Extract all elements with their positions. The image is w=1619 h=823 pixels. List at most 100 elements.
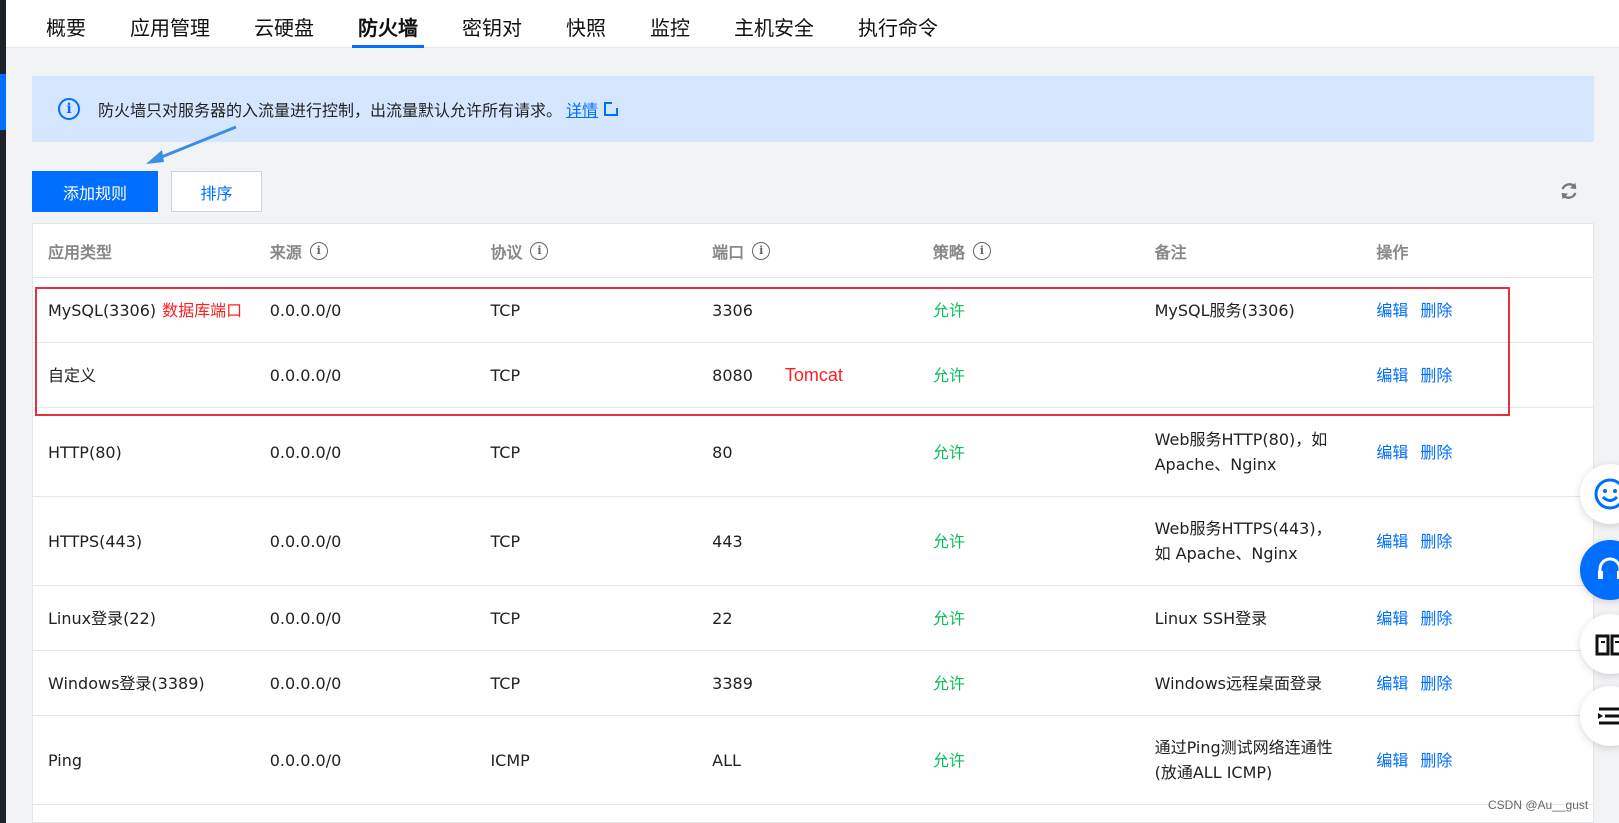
policy-info-icon[interactable]: i <box>972 241 991 260</box>
row-source: 0.0.0.0/0 <box>269 608 342 628</box>
tab-key-pairs[interactable]: 密钥对 <box>440 0 544 48</box>
tab-host-security[interactable]: 主机安全 <box>712 0 836 48</box>
row-remark: Windows远程桌面登录 <box>1154 673 1323 693</box>
row-app-type: HTTP(80) <box>48 442 122 462</box>
row-annotation: 数据库端口 <box>162 300 243 320</box>
row-protocol: TCP <box>490 673 521 693</box>
tab-monitoring[interactable]: 监控 <box>628 0 712 48</box>
details-link[interactable]: 详情 <box>566 97 598 121</box>
row-app-type: Windows登录(3389) <box>48 673 205 693</box>
left-sidebar-strip <box>0 0 6 823</box>
header-port: 端口 i <box>697 239 918 263</box>
table-row: Linux登录(22) 0.0.0.0/0 TCP 22 允许 Linux SS… <box>33 586 1593 651</box>
info-notice: i 防火墙只对服务器的入流量进行控制，出流量默认允许所有请求。 详情 <box>32 76 1594 142</box>
table-header: 应用类型 来源 i 协议 i 端口 i 策略 i 备注 操作 <box>33 224 1593 278</box>
table-row: 自定义 0.0.0.0/0 TCP 8080 Tomcat 允许 编辑 删除 <box>33 343 1593 408</box>
header-remark: 备注 <box>1154 242 1187 262</box>
sidebar-active-indicator <box>0 74 6 130</box>
row-policy: 允许 <box>932 531 965 551</box>
row-remark: Web服务HTTP(80)，如 Apache、Nginx <box>1154 430 1328 474</box>
tab-overview[interactable]: 概要 <box>24 0 108 48</box>
row-port: 8080 <box>712 365 753 385</box>
row-port: 3306 <box>712 300 753 320</box>
header-app-type: 应用类型 <box>48 242 113 262</box>
edit-button[interactable]: 编辑 <box>1376 298 1408 323</box>
row-protocol: ICMP <box>490 750 530 770</box>
row-source: 0.0.0.0/0 <box>269 442 342 462</box>
row-source: 0.0.0.0/0 <box>269 531 342 551</box>
row-port-annotation: Tomcat <box>784 364 843 385</box>
notice-text: 防火墙只对服务器的入流量进行控制，出流量默认允许所有请求。 <box>98 101 563 120</box>
row-source: 0.0.0.0/0 <box>269 365 342 385</box>
tab-run-command[interactable]: 执行命令 <box>836 0 960 48</box>
row-remark: Web服务HTTPS(443)，如 Apache、Nginx <box>1154 519 1332 563</box>
row-app-type: Linux登录(22) <box>48 608 156 628</box>
tab-firewall[interactable]: 防火墙 <box>336 0 440 48</box>
delete-button[interactable]: 删除 <box>1420 671 1452 696</box>
row-remark <box>1140 343 1362 407</box>
tab-bar: 概要 应用管理 云硬盘 防火墙 密钥对 快照 监控 主机安全 执行命令 <box>6 0 1619 48</box>
table-row: HTTP(80) 0.0.0.0/0 TCP 80 允许 Web服务HTTP(8… <box>33 408 1593 497</box>
row-source: 0.0.0.0/0 <box>269 750 342 770</box>
row-protocol: TCP <box>490 608 521 628</box>
row-source: 0.0.0.0/0 <box>269 673 342 693</box>
tab-snapshots[interactable]: 快照 <box>544 0 628 48</box>
port-info-icon[interactable]: i <box>752 241 771 260</box>
info-icon: i <box>58 98 80 120</box>
tab-app-management[interactable]: 应用管理 <box>108 0 232 48</box>
edit-button[interactable]: 编辑 <box>1376 606 1408 631</box>
edit-button[interactable]: 编辑 <box>1376 748 1408 773</box>
table-row: Ping 0.0.0.0/0 ICMP ALL 允许 通过Ping测试网络连通性… <box>33 716 1593 805</box>
protocol-info-icon[interactable]: i <box>530 241 549 260</box>
row-policy: 允许 <box>932 442 965 462</box>
row-remark: MySQL服务(3306) <box>1154 300 1295 320</box>
external-link-icon[interactable] <box>604 102 619 116</box>
row-app-type: HTTPS(443) <box>48 531 143 551</box>
edit-button[interactable]: 编辑 <box>1376 529 1408 554</box>
row-protocol: TCP <box>490 365 521 385</box>
row-remark: Linux SSH登录 <box>1154 608 1268 628</box>
row-remark: 通过Ping测试网络连通性(放通ALL ICMP) <box>1154 738 1333 782</box>
source-info-icon[interactable]: i <box>309 241 328 260</box>
edit-button[interactable]: 编辑 <box>1376 440 1408 465</box>
row-policy: 允许 <box>932 365 965 385</box>
row-app-type: 自定义 <box>48 365 97 385</box>
row-policy: 允许 <box>932 300 965 320</box>
edit-button[interactable]: 编辑 <box>1376 671 1408 696</box>
delete-button[interactable]: 删除 <box>1420 529 1452 554</box>
table-row: HTTPS(443) 0.0.0.0/0 TCP 443 允许 Web服务HTT… <box>33 497 1593 586</box>
delete-button[interactable]: 删除 <box>1420 748 1452 773</box>
row-protocol: TCP <box>490 531 521 551</box>
row-policy: 允许 <box>932 750 965 770</box>
firewall-rules-table: 应用类型 来源 i 协议 i 端口 i 策略 i 备注 操作 MySQL(3306) 数据… <box>32 223 1594 823</box>
header-action: 操作 <box>1376 242 1409 262</box>
table-row: Windows登录(3389) 0.0.0.0/0 TCP 3389 允许 Wi… <box>33 651 1593 716</box>
watermark: CSDN @Au__gust <box>1488 798 1589 812</box>
delete-button[interactable]: 删除 <box>1420 363 1452 388</box>
delete-button[interactable]: 删除 <box>1420 440 1452 465</box>
row-port: 80 <box>712 442 733 462</box>
refresh-icon[interactable] <box>1558 180 1580 202</box>
edit-button[interactable]: 编辑 <box>1376 363 1408 388</box>
row-port: 443 <box>712 531 743 551</box>
header-policy: 策略 i <box>918 239 1140 263</box>
row-port: ALL <box>712 750 741 770</box>
row-source: 0.0.0.0/0 <box>269 300 342 320</box>
row-app-type: Ping <box>48 750 83 770</box>
header-source: 来源 i <box>255 239 476 263</box>
delete-button[interactable]: 删除 <box>1420 298 1452 323</box>
row-port: 22 <box>712 608 733 628</box>
row-policy: 允许 <box>932 673 965 693</box>
annotation-arrow-icon <box>146 125 237 164</box>
delete-button[interactable]: 删除 <box>1420 606 1452 631</box>
table-row: MySQL(3306) 数据库端口 0.0.0.0/0 TCP 3306 允许 M… <box>33 278 1593 343</box>
sort-button[interactable]: 排序 <box>171 171 262 212</box>
tab-cloud-disk[interactable]: 云硬盘 <box>232 0 336 48</box>
row-policy: 允许 <box>932 608 965 628</box>
row-protocol: TCP <box>490 442 521 462</box>
row-port: 3389 <box>712 673 753 693</box>
row-protocol: TCP <box>490 300 521 320</box>
header-protocol: 协议 i <box>475 239 697 263</box>
add-rule-button[interactable]: 添加规则 <box>32 171 158 212</box>
row-app-type: MySQL(3306) <box>48 300 157 320</box>
